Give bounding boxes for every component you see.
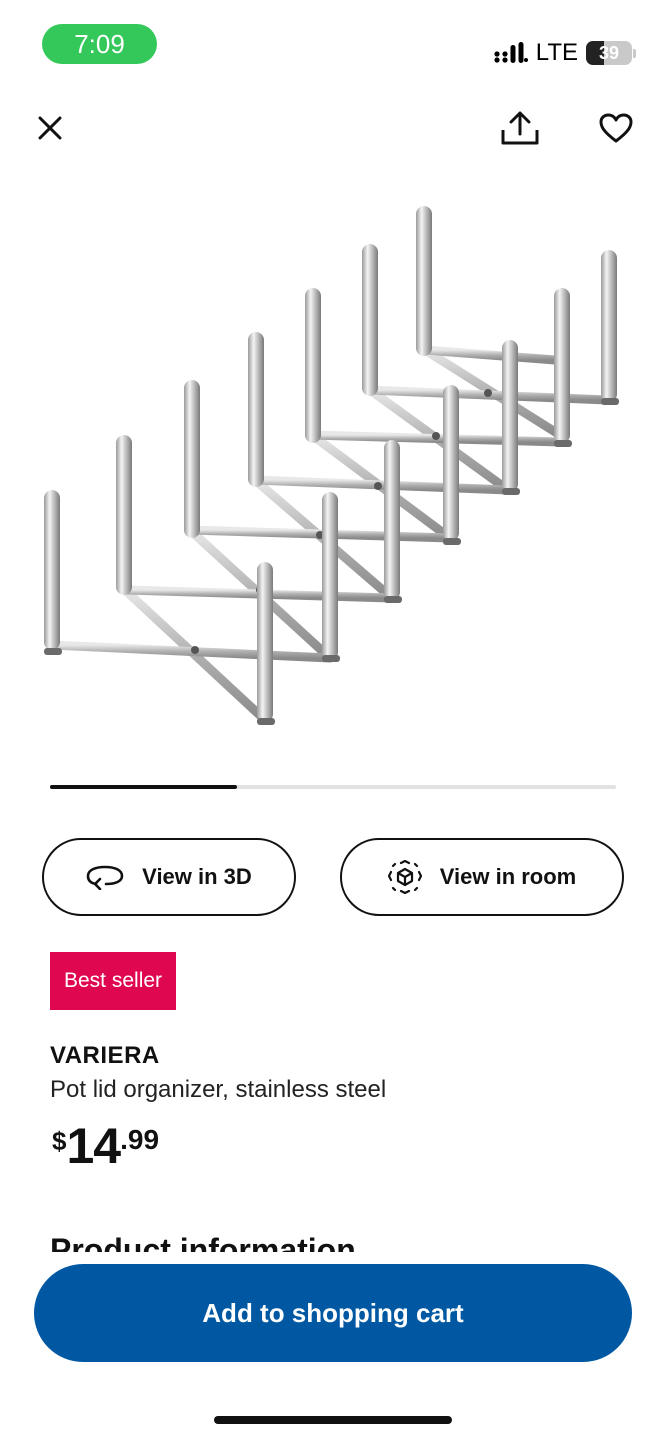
network-type: LTE [535, 39, 578, 66]
view-in-room-button[interactable]: View in room [340, 838, 624, 916]
favorite-button[interactable] [592, 104, 640, 152]
price-integer: 14 [66, 1118, 121, 1174]
product-image[interactable] [0, 190, 666, 760]
image-carousel-indicator [50, 785, 616, 789]
product-price: $ 14 .99 [52, 1118, 159, 1174]
share-button[interactable] [496, 104, 544, 152]
best-seller-badge: Best seller [50, 952, 177, 1010]
battery-icon: 39 [586, 41, 632, 65]
product-description: Pot lid organizer, stainless steel [50, 1076, 387, 1103]
battery-level: 39 [598, 42, 620, 63]
add-to-cart-label: Add to shopping cart [202, 1297, 464, 1328]
battery-nub [633, 48, 636, 58]
home-indicator [214, 1416, 452, 1424]
carousel-progress [50, 785, 237, 789]
status-indicators: LTE 39 [494, 36, 636, 70]
price-currency: $ [52, 1126, 67, 1156]
close-icon [38, 116, 62, 140]
ar-cube-icon [387, 860, 422, 894]
share-icon [501, 111, 539, 145]
view-in-3d-label: View in 3D [142, 864, 252, 889]
signal-icon [494, 42, 528, 63]
view-in-3d-button[interactable]: View in 3D [42, 838, 296, 916]
view-in-room-label: View in room [439, 864, 577, 889]
rotate-3d-icon [86, 865, 124, 890]
status-time: 7:09 [42, 24, 157, 64]
close-button[interactable] [28, 106, 72, 150]
add-to-cart-button[interactable]: Add to shopping cart [34, 1264, 632, 1362]
heart-icon [599, 113, 633, 143]
product-name: VARIERA [50, 1042, 160, 1069]
price-decimal: .99 [120, 1124, 160, 1155]
